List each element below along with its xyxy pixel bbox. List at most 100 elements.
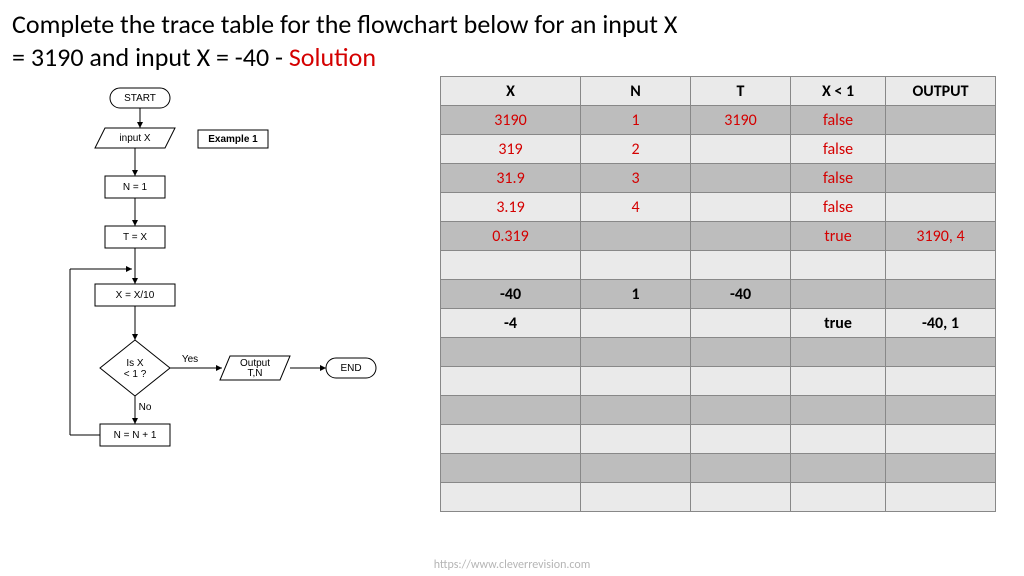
cell-n (581, 454, 691, 483)
cell-output (886, 338, 996, 367)
table-header-row: X N T X < 1 OUTPUT (441, 77, 996, 106)
cell-output (886, 106, 996, 135)
flowchart-nplus: N = N + 1 (114, 430, 157, 441)
cell-output (886, 454, 996, 483)
trace-table: X N T X < 1 OUTPUT 319013190false3192fal… (440, 76, 996, 512)
cell-n: 1 (581, 106, 691, 135)
flowchart-decision-1: Is X (126, 358, 144, 369)
flowchart-decision-2: < 1 ? (124, 369, 147, 380)
table-row (441, 251, 996, 280)
cell-xlt1 (791, 338, 886, 367)
cell-n (581, 425, 691, 454)
col-header-xlt1: X < 1 (791, 77, 886, 106)
flowchart-no: No (139, 402, 152, 413)
table-row: 3192 false (441, 135, 996, 164)
cell-n: 3 (581, 164, 691, 193)
cell-t (691, 338, 791, 367)
flowchart-output-2: T,N (248, 368, 263, 379)
table-row (441, 483, 996, 512)
table-row: 3.194 false (441, 193, 996, 222)
cell-xlt1 (791, 483, 886, 512)
cell-xlt1: true (791, 309, 886, 338)
cell-output (886, 193, 996, 222)
cell-t (691, 483, 791, 512)
cell-x (441, 367, 581, 396)
table-row (441, 338, 996, 367)
table-row (441, 367, 996, 396)
table-row (441, 425, 996, 454)
flowchart-start: START (124, 93, 156, 104)
cell-t (691, 135, 791, 164)
cell-t: -40 (691, 280, 791, 309)
cell-xlt1 (791, 425, 886, 454)
cell-t (691, 222, 791, 251)
flowchart-tx: T = X (123, 232, 147, 243)
cell-output (886, 367, 996, 396)
cell-t (691, 396, 791, 425)
cell-t (691, 193, 791, 222)
cell-xlt1 (791, 280, 886, 309)
cell-xlt1: false (791, 164, 886, 193)
cell-xlt1: false (791, 193, 886, 222)
cell-xlt1 (791, 396, 886, 425)
flowchart-xdiv: X = X/10 (116, 290, 155, 301)
cell-n (581, 309, 691, 338)
flowchart-end: END (340, 363, 361, 374)
cell-x (441, 338, 581, 367)
cell-output (886, 396, 996, 425)
flowchart-yes: Yes (182, 354, 198, 365)
cell-x (441, 483, 581, 512)
cell-n (581, 396, 691, 425)
cell-xlt1 (791, 454, 886, 483)
cell-t (691, 367, 791, 396)
cell-n: 1 (581, 280, 691, 309)
cell-output (886, 135, 996, 164)
cell-n: 4 (581, 193, 691, 222)
cell-x (441, 251, 581, 280)
cell-output (886, 483, 996, 512)
cell-output (886, 425, 996, 454)
cell-x: 31.9 (441, 164, 581, 193)
title-solution: Solution (289, 41, 376, 73)
table-row: 0.319true3190, 4 (441, 222, 996, 251)
cell-output (886, 251, 996, 280)
cell-x: -4 (441, 309, 581, 338)
table-row: -4 true-40, 1 (441, 309, 996, 338)
footer-url: https://www.cleverrevision.com (0, 558, 1024, 572)
cell-xlt1 (791, 367, 886, 396)
cell-x (441, 425, 581, 454)
flowchart-diagram: START input X Example 1 N = 1 T = X X = … (20, 84, 420, 554)
cell-n (581, 338, 691, 367)
cell-t (691, 425, 791, 454)
table-row: -401-40 (441, 280, 996, 309)
col-header-x: X (441, 77, 581, 106)
cell-t: 3190 (691, 106, 791, 135)
table-row (441, 396, 996, 425)
cell-x (441, 396, 581, 425)
cell-xlt1: false (791, 106, 886, 135)
cell-x: 3190 (441, 106, 581, 135)
cell-output (886, 280, 996, 309)
flowchart-input: input X (119, 133, 150, 144)
table-row: 31.93 false (441, 164, 996, 193)
cell-x: 3.19 (441, 193, 581, 222)
cell-t (691, 164, 791, 193)
cell-n (581, 483, 691, 512)
cell-t (691, 309, 791, 338)
flowchart-example: Example 1 (208, 134, 258, 145)
cell-output: -40, 1 (886, 309, 996, 338)
cell-xlt1: true (791, 222, 886, 251)
cell-x: 0.319 (441, 222, 581, 251)
table-row (441, 454, 996, 483)
cell-n: 2 (581, 135, 691, 164)
cell-xlt1: false (791, 135, 886, 164)
col-header-n: N (581, 77, 691, 106)
cell-xlt1 (791, 251, 886, 280)
col-header-output: OUTPUT (886, 77, 996, 106)
cell-x (441, 454, 581, 483)
table-row: 319013190false (441, 106, 996, 135)
cell-t (691, 251, 791, 280)
col-header-t: T (691, 77, 791, 106)
cell-output (886, 164, 996, 193)
cell-x: 319 (441, 135, 581, 164)
